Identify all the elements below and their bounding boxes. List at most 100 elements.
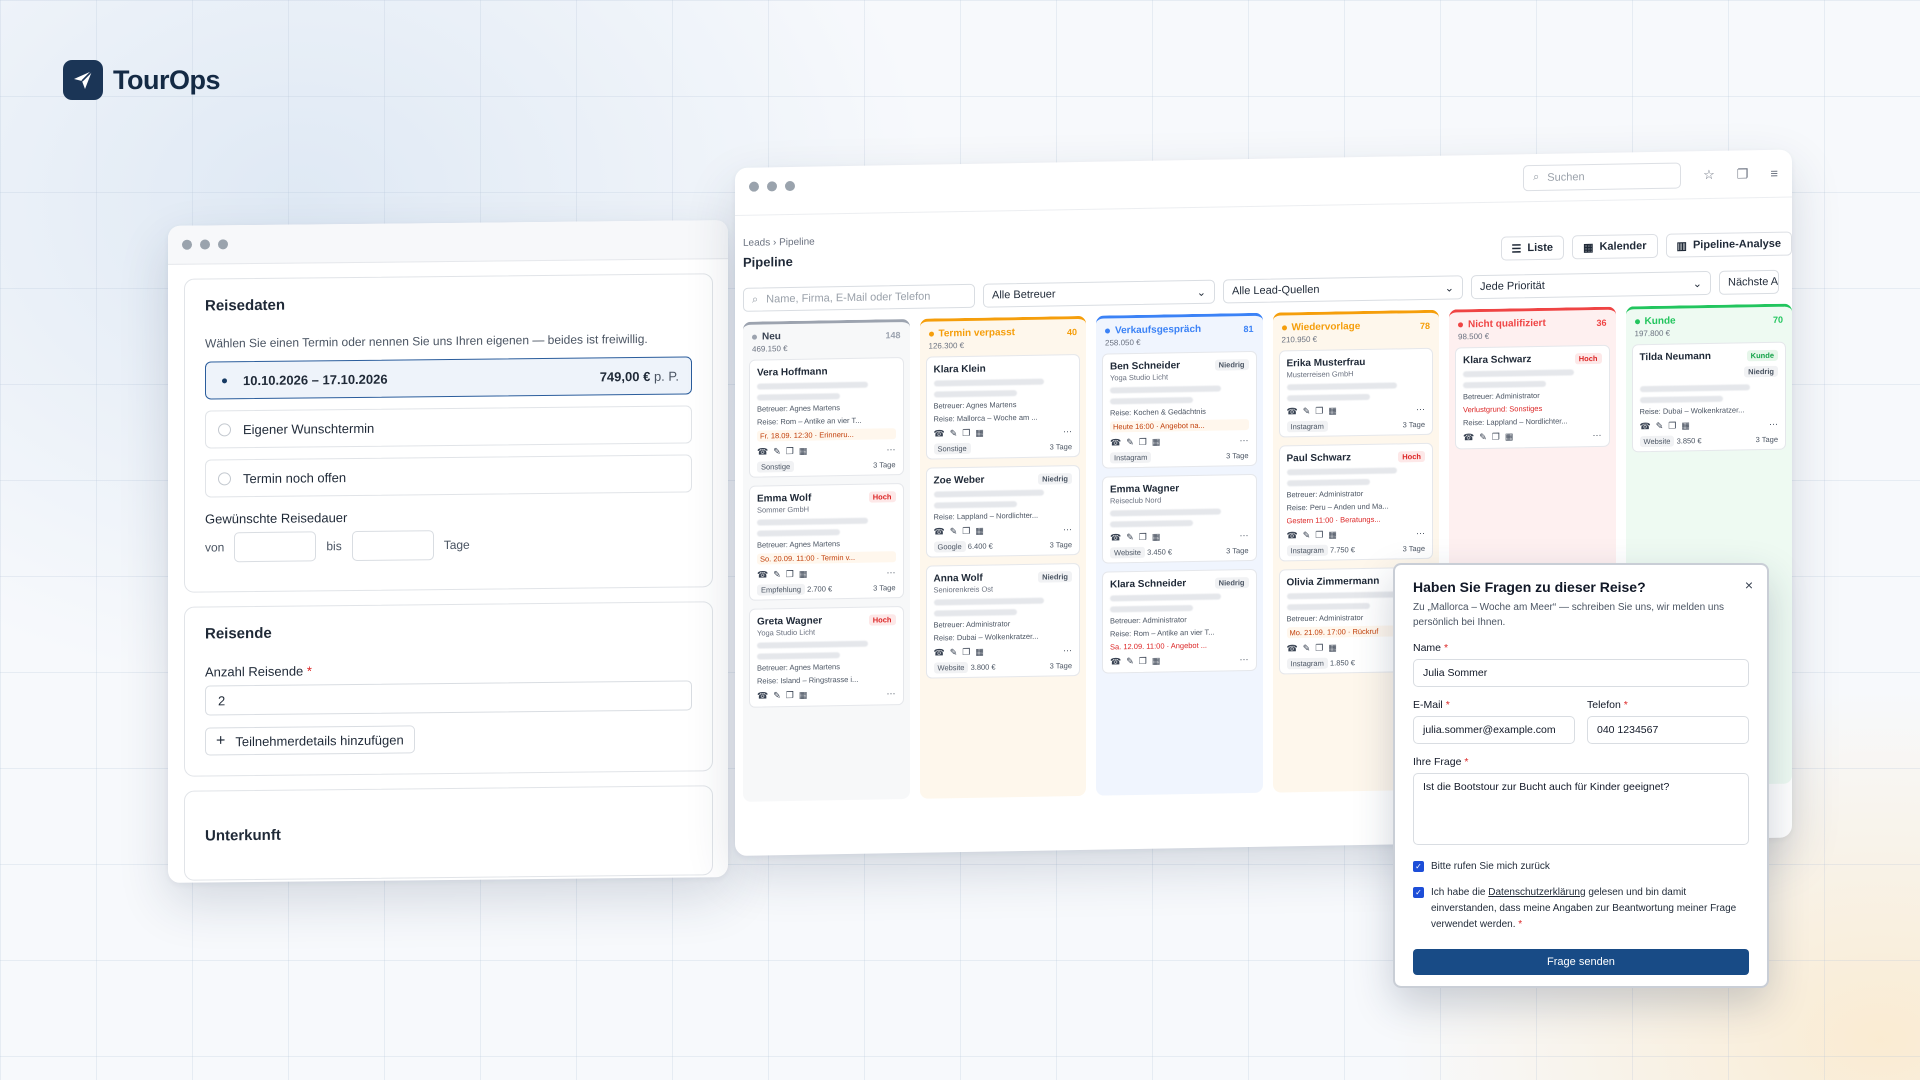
phone-icon[interactable]: ☎	[1640, 421, 1651, 432]
phone-icon[interactable]: ☎	[1110, 532, 1121, 543]
callback-checkbox-row[interactable]: ✓ Bitte rufen Sie mich zurück	[1413, 859, 1749, 875]
more-icon[interactable]: ···	[1063, 645, 1072, 656]
lead-card[interactable]: Emma Wagner Reiseclub Nord ☎ ✎ ❐ ▦ ··· W…	[1102, 473, 1257, 564]
lead-card[interactable]: Tilda Neumann Kunde Niedrig Reise: Dubai…	[1631, 341, 1786, 453]
phone-icon[interactable]: ☎	[934, 647, 945, 658]
calendar-icon[interactable]: ▦	[799, 690, 808, 701]
edit-icon[interactable]: ✎	[1126, 437, 1134, 448]
copy-icon[interactable]: ❐	[1315, 406, 1323, 417]
date-option-selected[interactable]: 10.10.2026 – 17.10.2026 749,00 € p. P.	[205, 356, 692, 400]
edit-icon[interactable]: ✎	[1126, 532, 1134, 543]
calendar-icon[interactable]: ▦	[975, 647, 984, 658]
calendar-icon[interactable]: ▦	[975, 526, 984, 537]
star-icon[interactable]: ☆	[1703, 166, 1715, 182]
phone-icon[interactable]: ☎	[1287, 406, 1298, 417]
more-icon[interactable]: ···	[887, 567, 896, 578]
copy-icon[interactable]: ❐	[962, 526, 970, 537]
calendar-icon[interactable]: ▦	[1505, 431, 1514, 442]
privacy-link[interactable]: Datenschutzerklärung	[1488, 887, 1585, 898]
phone-icon[interactable]: ☎	[1110, 437, 1121, 448]
copy-icon[interactable]: ❐	[962, 428, 970, 439]
phone-icon[interactable]: ☎	[934, 526, 945, 537]
copy-icon[interactable]: ❐	[786, 446, 794, 457]
filter-sources-select[interactable]: Alle Lead-Quellen ⌄	[1223, 275, 1463, 304]
name-field[interactable]: Julia Sommer	[1413, 659, 1749, 687]
calendar-icon[interactable]: ▦	[975, 428, 984, 439]
more-icon[interactable]: ···	[1416, 528, 1425, 539]
edit-icon[interactable]: ✎	[950, 526, 958, 537]
filter-priority-select[interactable]: Jede Priorität ⌄	[1471, 270, 1711, 300]
lead-card[interactable]: Klara Schneider Niedrig Betreuer: Admini…	[1102, 568, 1257, 674]
duration-from-input[interactable]	[234, 531, 317, 563]
date-option-open[interactable]: Termin noch offen	[205, 454, 692, 498]
lead-card[interactable]: Zoe Weber Niedrig Reise: Lappland – Nord…	[925, 464, 1080, 558]
more-icon[interactable]: ···	[887, 444, 896, 455]
more-icon[interactable]: ···	[1240, 654, 1249, 665]
lead-card[interactable]: Ben Schneider Niedrig Yoga Studio Licht …	[1102, 350, 1257, 469]
email-field[interactable]: julia.sommer@example.com	[1413, 716, 1575, 744]
edit-icon[interactable]: ✎	[950, 647, 958, 658]
edit-icon[interactable]: ✎	[773, 690, 781, 701]
edit-icon[interactable]: ✎	[1479, 432, 1487, 443]
more-icon[interactable]: ···	[1063, 426, 1072, 437]
privacy-checkbox-row[interactable]: ✓ Ich habe die Datenschutzerklärung gele…	[1413, 885, 1749, 933]
copy-icon[interactable]: ❐	[1492, 432, 1500, 443]
lead-card[interactable]: Klara Klein Betreuer: Agnes Martens Reise…	[925, 353, 1080, 460]
calendar-icon[interactable]: ▦	[799, 446, 808, 457]
more-icon[interactable]: ···	[1240, 435, 1249, 446]
edit-icon[interactable]: ✎	[773, 569, 781, 580]
phone-field[interactable]: 040 1234567	[1587, 716, 1749, 744]
add-participant-details-button[interactable]: + Teilnehmerdetails hinzufügen	[205, 725, 415, 756]
more-icon[interactable]: ···	[1063, 524, 1072, 535]
edit-icon[interactable]: ✎	[1656, 421, 1664, 432]
calendar-icon[interactable]: ▦	[799, 569, 808, 580]
copy-icon[interactable]: ❐	[1668, 421, 1676, 432]
lead-card[interactable]: Anna Wolf Niedrig Seniorenkreis Ost Betr…	[925, 562, 1080, 679]
edit-icon[interactable]: ✎	[773, 446, 781, 457]
lead-card[interactable]: Emma Wolf Hoch Sommer GmbH Betreuer: Agn…	[749, 483, 904, 601]
lead-card[interactable]: Erika Musterfrau Musterreisen GmbH ☎ ✎ ❐…	[1278, 347, 1433, 438]
question-textarea[interactable]: Ist die Bootstour zur Bucht auch für Kin…	[1413, 773, 1749, 845]
more-icon[interactable]: ···	[1240, 530, 1249, 541]
checkbox-checked-icon[interactable]: ✓	[1413, 861, 1424, 872]
view-analysis-button[interactable]: ▥ Pipeline-Analyse	[1665, 231, 1792, 258]
copy-icon[interactable]: ❐	[1139, 437, 1147, 448]
calendar-icon[interactable]: ▦	[1152, 656, 1161, 667]
lead-card[interactable]: Paul Schwarz Hoch Betreuer: Administrato…	[1278, 442, 1433, 562]
calendar-icon[interactable]: ▦	[1328, 405, 1337, 416]
more-icon[interactable]: ···	[1593, 430, 1602, 441]
calendar-icon[interactable]: ▦	[1328, 529, 1337, 540]
calendar-icon[interactable]: ▦	[1681, 420, 1690, 431]
edit-icon[interactable]: ✎	[1303, 406, 1311, 417]
lead-card[interactable]: Vera Hoffmann Betreuer: Agnes Martens Rei…	[749, 357, 904, 478]
traveler-count-input[interactable]: 2	[205, 680, 692, 716]
lead-card[interactable]: Klara Schwarz Hoch Betreuer: Administrat…	[1455, 344, 1610, 450]
phone-icon[interactable]: ☎	[1463, 432, 1474, 443]
phone-icon[interactable]: ☎	[934, 428, 945, 439]
phone-icon[interactable]: ☎	[757, 446, 768, 457]
copy-icon[interactable]: ❐	[962, 647, 970, 658]
more-icon[interactable]: ···	[1416, 404, 1425, 415]
global-search-input[interactable]: ⌕ Suchen	[1523, 161, 1682, 191]
more-icon[interactable]: ···	[1769, 419, 1778, 430]
phone-icon[interactable]: ☎	[1287, 530, 1298, 541]
phone-icon[interactable]: ☎	[757, 690, 768, 701]
checkbox-checked-icon[interactable]: ✓	[1413, 887, 1424, 898]
breadcrumb-leads[interactable]: Leads	[743, 237, 770, 248]
phone-icon[interactable]: ☎	[757, 569, 768, 580]
edit-icon[interactable]: ✎	[1126, 656, 1134, 667]
view-list-button[interactable]: ☰ Liste	[1500, 235, 1565, 261]
filter-next-action-select[interactable]: Nächste Ak	[1719, 269, 1779, 295]
lead-card[interactable]: Greta Wagner Hoch Yoga Studio Licht Betr…	[749, 606, 904, 708]
view-calendar-button[interactable]: ▦ Kalender	[1572, 233, 1658, 260]
copy-icon[interactable]: ❐	[1737, 166, 1749, 182]
submit-question-button[interactable]: Frage senden	[1413, 949, 1749, 975]
calendar-icon[interactable]: ▦	[1328, 642, 1337, 653]
phone-icon[interactable]: ☎	[1287, 643, 1298, 654]
copy-icon[interactable]: ❐	[786, 569, 794, 580]
copy-icon[interactable]: ❐	[1139, 532, 1147, 543]
calendar-icon[interactable]: ▦	[1152, 532, 1161, 543]
more-icon[interactable]: ···	[887, 688, 896, 699]
close-icon[interactable]: ×	[1745, 577, 1753, 593]
duration-to-input[interactable]	[351, 530, 434, 562]
